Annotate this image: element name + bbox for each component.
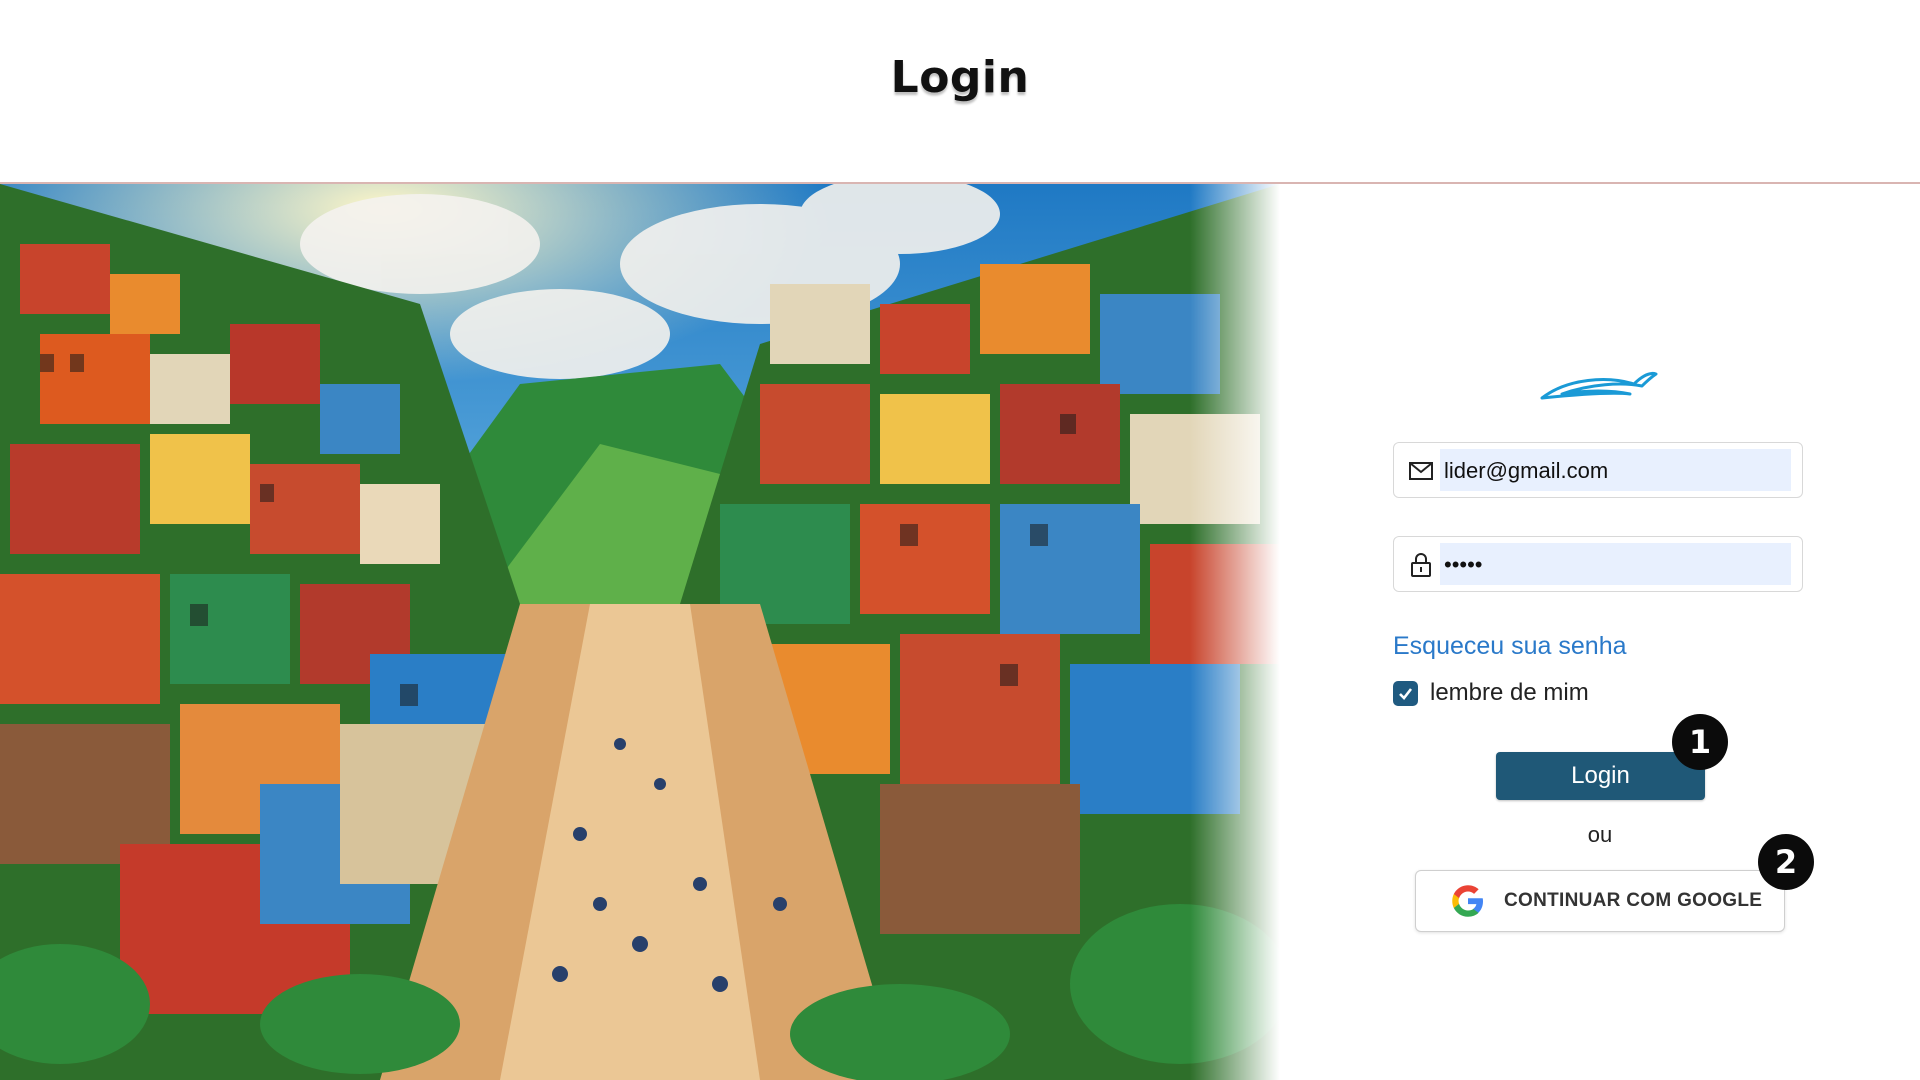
favela-illustration xyxy=(0,184,1280,1080)
password-input[interactable] xyxy=(1442,543,1795,587)
page-title: Login xyxy=(890,52,1030,103)
remember-label: lembre de mim xyxy=(1430,679,1589,706)
email-field[interactable] xyxy=(1393,442,1803,498)
forgot-password-link[interactable]: Esqueceu sua senha xyxy=(1393,632,1627,661)
annotation-marker-2: 2 xyxy=(1758,834,1814,890)
remember-me[interactable]: lembre de mim xyxy=(1393,678,1589,708)
login-button[interactable]: Login xyxy=(1496,752,1705,800)
remember-checkbox[interactable] xyxy=(1393,680,1418,706)
google-signin-button[interactable]: CONTINUAR COM GOOGLE xyxy=(1415,870,1785,932)
email-input[interactable] xyxy=(1442,449,1795,493)
hero-fade xyxy=(1190,184,1280,1080)
header: Login xyxy=(0,0,1920,182)
bird-logo-icon xyxy=(1540,372,1658,400)
hero-image xyxy=(0,184,1280,1080)
mail-icon xyxy=(1409,462,1433,480)
google-button-label: CONTINUAR COM GOOGLE xyxy=(1504,890,1763,911)
google-g-icon xyxy=(1452,885,1483,917)
lock-icon xyxy=(1411,553,1431,577)
login-panel: Esqueceu sua senha lembre de mim Login o… xyxy=(1280,184,1920,1080)
or-separator: ou xyxy=(1587,822,1613,847)
checkmark-icon xyxy=(1399,687,1413,700)
password-field[interactable] xyxy=(1393,536,1803,592)
annotation-marker-1: 1 xyxy=(1672,714,1728,770)
